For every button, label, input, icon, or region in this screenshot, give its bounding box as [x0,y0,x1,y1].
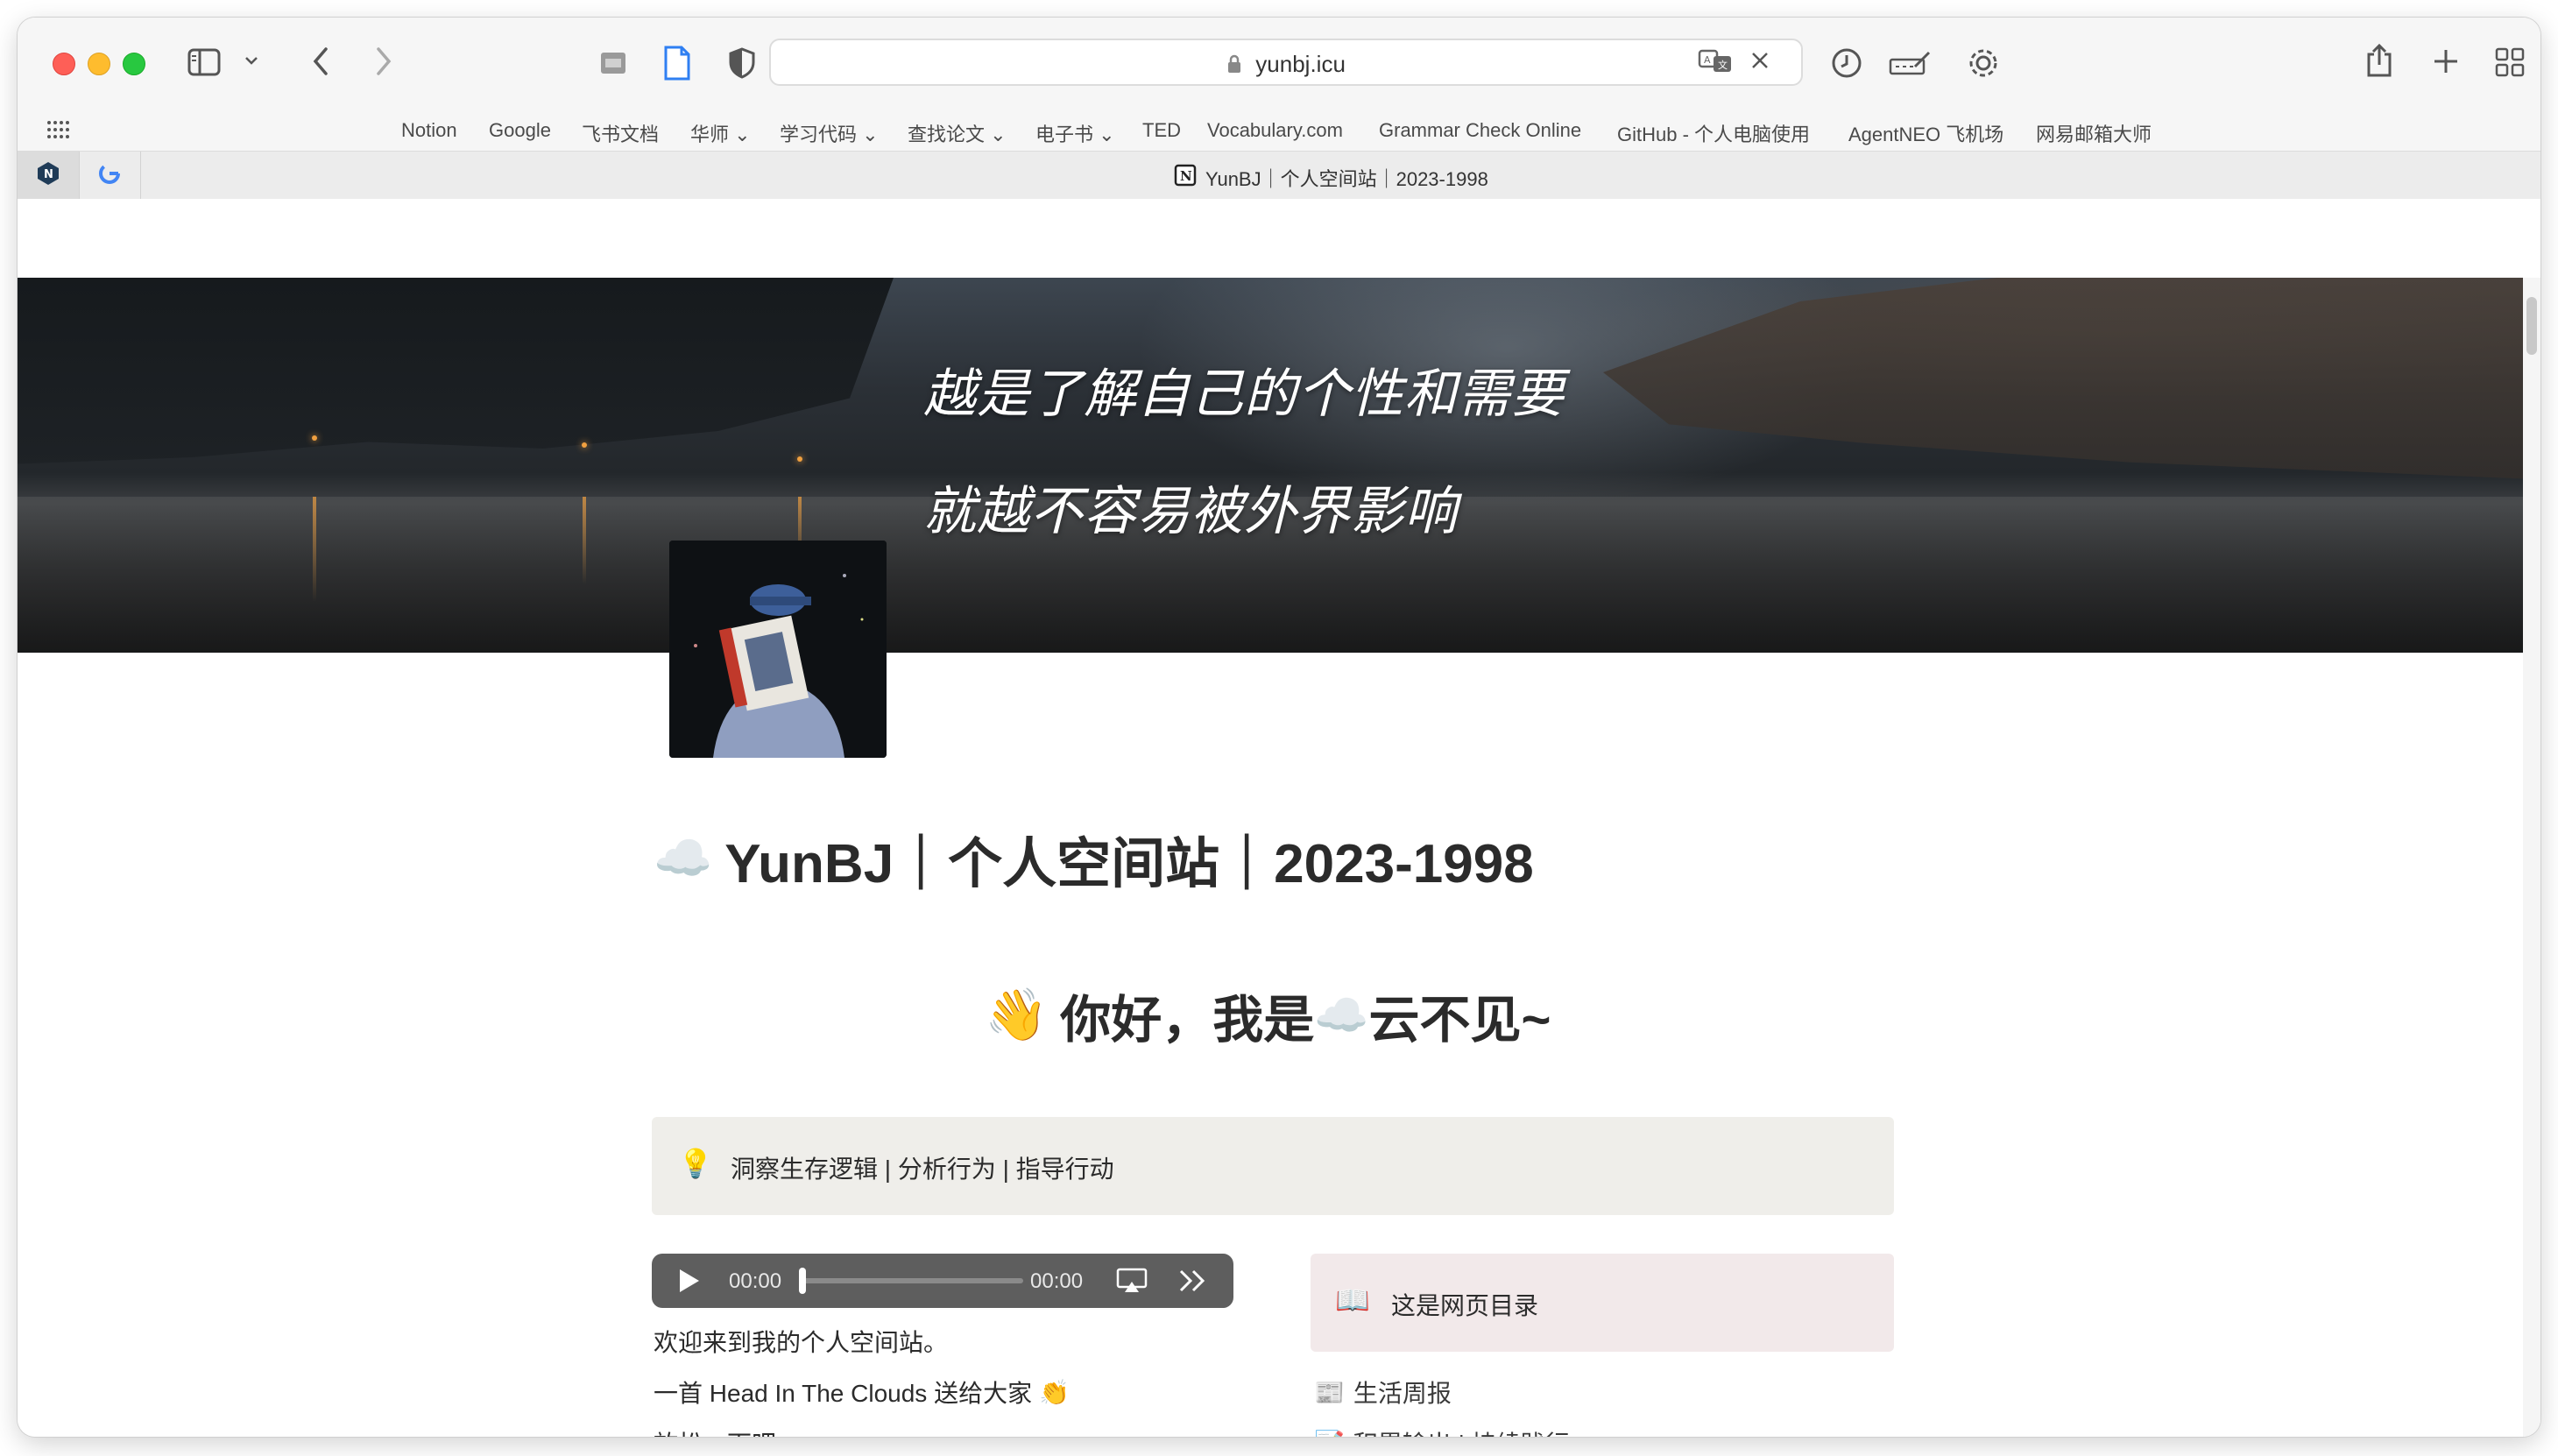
tab-title-text: YunBJ｜个人空间站｜2023-1998 [1205,168,1488,190]
scrollbar-thumb[interactable] [2526,297,2537,355]
audio-player[interactable]: 00:00 00:00 [652,1254,1233,1308]
clapping-hands-icon: 👏 [1039,1378,1070,1406]
page-title-text: YunBJ｜个人空间站｜2023-1998 [724,834,1534,894]
close-window-button[interactable] [53,53,75,75]
svg-text:文: 文 [1718,59,1728,71]
more-options-icon[interactable] [1177,1268,1207,1298]
bookmark-netease-mail[interactable]: 网易邮箱大师 [2036,119,2152,147]
bookmark-vocabulary[interactable]: Vocabulary.com [1207,119,1343,142]
zoom-window-button[interactable] [123,53,145,75]
bookmark-grammar-check[interactable]: Grammar Check Online [1379,119,1581,142]
google-logo-icon [97,161,122,190]
play-icon[interactable] [676,1268,701,1298]
toc-item-accumulate-output[interactable]: 📝 积累输出 | 持续践行 [1314,1425,1570,1438]
notion-favicon-icon: N [1174,164,1197,192]
bookmark-folder-ebooks[interactable]: 电子书 ⌄ [1035,119,1115,147]
clear-url-icon[interactable] [1750,51,1770,70]
chevron-down-icon[interactable] [244,54,259,67]
settings-gear-icon[interactable] [1966,46,2001,81]
callout-block: 💡 洞察生存逻辑 | 分析行为 | 指导行动 [652,1117,1894,1215]
page-avatar-photo [669,541,887,758]
minimize-window-button[interactable] [88,53,110,75]
audio-progress-track[interactable] [801,1278,1023,1283]
airplay-icon[interactable] [1116,1268,1148,1298]
intro-line-2: 一首 Head In The Clouds 送给大家 👏 [654,1378,1070,1408]
cloud-icon: ☁️ [654,831,713,885]
extension-icon[interactable] [599,49,627,77]
audio-progress-handle[interactable] [799,1268,806,1294]
active-tab[interactable]: N YunBJ｜个人空间站｜2023-1998 [1174,164,1488,192]
bookmark-github[interactable]: GitHub - 个人电脑使用 [1617,119,1810,147]
browser-window: yunbj.icu A文 Notion Google 飞书文档 华师 ⌄ 学习代… [18,18,2540,1437]
tab-overview-icon[interactable] [2495,47,2525,77]
privacy-shield-icon[interactable] [729,47,755,79]
tab-bar: N N YunBJ｜个人空间站｜2023-1998 [18,151,2540,199]
cover-quote-line-2: 就越不容易被外界影响 [923,482,1458,541]
greeting-text-part-2: 云不见~ [1368,992,1551,1049]
svg-text:N: N [1180,168,1192,184]
apps-grid-icon[interactable] [46,119,72,140]
pinned-app-icon: N [35,160,61,191]
toc-callout: 📖 这是网页目录 [1311,1254,1894,1352]
memo-icon: 📝 [1314,1429,1345,1438]
callout-text: 洞察生存逻辑 | 分析行为 | 指导行动 [731,1156,1114,1183]
pinned-tab-google[interactable] [79,152,141,199]
bookmark-feishu-docs[interactable]: 飞书文档 [582,119,659,147]
sidebar-toggle-icon[interactable] [187,47,223,77]
bookmark-folder-papers[interactable]: 查找论文 ⌄ [908,119,1007,147]
bookmark-notion[interactable]: Notion [401,119,457,142]
toc-item-life-weekly[interactable]: 📰 生活周报 [1314,1375,1452,1410]
waving-hand-icon: 👋 [985,986,1049,1043]
page-content: 越是了解自己的个性和需要 就越不容易被外界影响 ☁️ YunBJ｜个人空间站｜2… [18,199,2540,1437]
svg-text:A: A [1704,54,1711,66]
greeting-text-part-1: 你好，我是 [1060,992,1315,1049]
page-title: ☁️ YunBJ｜个人空间站｜2023-1998 [654,819,1534,898]
translate-icon[interactable]: A文 [1698,47,1733,75]
cloud-icon: ☁️ [1314,990,1369,1040]
lock-icon [1226,53,1242,80]
share-icon[interactable] [2365,42,2393,79]
history-clock-icon[interactable] [1831,47,1862,79]
reading-pen-icon[interactable] [1889,49,1933,77]
forward-arrow-icon[interactable] [373,46,394,77]
greeting-heading: 👋 你好，我是 ☁️ 云不见~ [985,979,1551,1052]
intro-line-3: 放松一下吧~ [654,1425,790,1437]
newspaper-icon: 📰 [1314,1378,1345,1406]
page-scrollbar[interactable] [2523,278,2540,1437]
toc-title: 这是网页目录 [1391,1292,1539,1319]
new-tab-plus-icon[interactable] [2432,47,2460,75]
audio-duration: 00:00 [1030,1269,1084,1293]
open-book-icon: 📖 [1335,1284,1370,1316]
document-extension-icon[interactable] [662,46,690,81]
address-bar[interactable]: yunbj.icu A文 [769,39,1803,86]
bookmarks-bar: Notion Google 飞书文档 华师 ⌄ 学习代码 ⌄ 查找论文 ⌄ 电子… [18,119,2540,154]
cover-quote-line-1: 越是了解自己的个性和需要 [923,364,1565,423]
back-arrow-icon[interactable] [310,46,331,77]
cover-image: 越是了解自己的个性和需要 就越不容易被外界影响 [18,278,2523,653]
bookmark-agentneo[interactable]: AgentNEO 飞机场 [1848,119,2003,147]
lightbulb-icon: 💡 [678,1148,713,1179]
bookmark-folder-learn-code[interactable]: 学习代码 ⌄ [780,119,879,147]
browser-toolbar: yunbj.icu A文 Notion Google 飞书文档 华师 ⌄ 学习代… [18,18,2540,199]
bookmark-folder-huashi[interactable]: 华师 ⌄ [690,119,751,147]
bookmark-ted[interactable]: TED [1142,119,1181,142]
pinned-tab-notion[interactable]: N [18,152,80,199]
bookmark-google[interactable]: Google [489,119,551,142]
intro-line-1: 欢迎来到我的个人空间站。 [654,1329,949,1356]
svg-text:N: N [44,168,53,181]
audio-current-time: 00:00 [729,1269,782,1293]
url-text: yunbj.icu [1255,51,1346,77]
